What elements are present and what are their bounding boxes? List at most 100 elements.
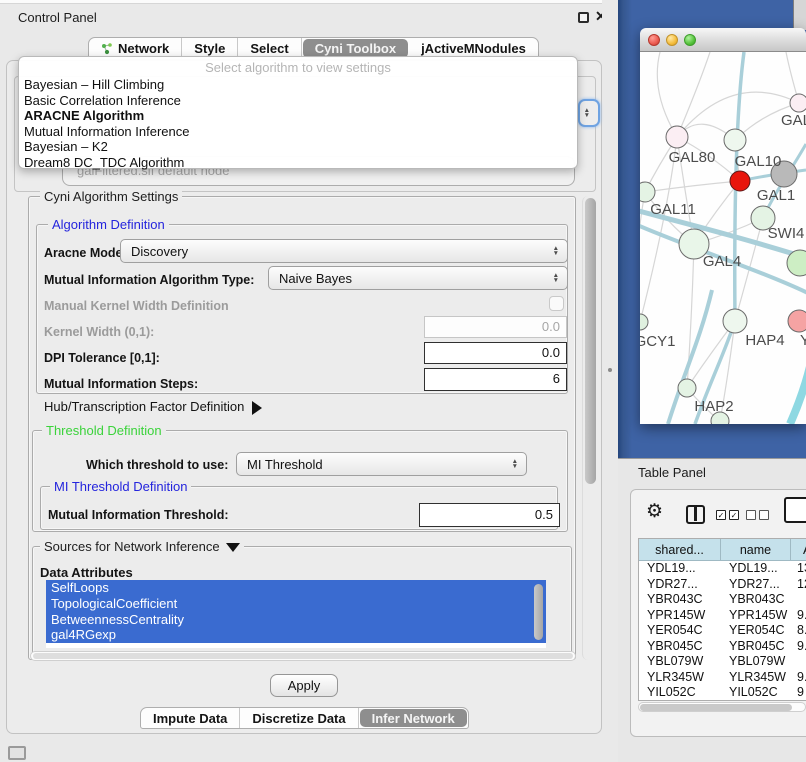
dropdown-item[interactable]: Basic Correlation Inference: [19, 93, 577, 109]
tab-discretize-data[interactable]: Discretize Data: [240, 708, 358, 728]
aracne-mode-combo[interactable]: Discovery ▲▼: [120, 239, 568, 263]
network-window-titlebar[interactable]: [640, 28, 806, 52]
svg-text:GAL11: GAL11: [650, 201, 696, 218]
svg-text:GAL80: GAL80: [669, 149, 716, 166]
algorithm-dropdown-popup: Select algorithm to view settings Bayesi…: [18, 56, 578, 169]
dropdown-item[interactable]: Bayesian – Hill Climbing: [19, 77, 577, 93]
expanded-arrow-icon: [226, 543, 240, 552]
panel-divider[interactable]: [602, 0, 618, 762]
mi-steps-field[interactable]: 6: [424, 368, 567, 391]
mi-threshold-field[interactable]: 0.5: [419, 503, 560, 527]
dropdown-item[interactable]: Bayesian – K2: [19, 139, 577, 155]
table-row[interactable]: YIL052CYIL052C9: [639, 685, 806, 701]
which-threshold-combo[interactable]: MI Threshold ▲▼: [236, 452, 527, 476]
svg-text:GCY1: GCY1: [640, 333, 675, 350]
node-gal80[interactable]: [666, 126, 688, 148]
kernel-width-label: Kernel Width (0,1):: [44, 325, 154, 339]
collapsed-arrow-icon: [252, 401, 262, 415]
attribute-item[interactable]: gal4RGexp: [46, 627, 546, 643]
attribute-item[interactable]: BetweennessCentrality: [46, 612, 546, 628]
select-all-icon[interactable]: ✓✓: [716, 510, 739, 520]
settings-hscrollbar[interactable]: [30, 651, 576, 661]
apply-button[interactable]: Apply: [270, 674, 338, 697]
combo-arrows-icon: ▲▼: [512, 459, 518, 469]
column-header[interactable]: shared...: [639, 539, 721, 561]
kernel-width-field[interactable]: 0.0: [424, 316, 567, 338]
column-header[interactable]: A: [791, 539, 806, 561]
network-graph: GAL80 GAL10 GAL1 GAL11 SWI4 GAL4 GCY1 HA…: [640, 52, 806, 424]
node-gcy1[interactable]: [640, 314, 648, 330]
table-row[interactable]: YER054CYER054C8.: [639, 623, 806, 639]
node-gal11[interactable]: [640, 182, 655, 202]
dropdown-placeholder: Select algorithm to view settings: [19, 60, 577, 77]
node-gal10[interactable]: [724, 129, 746, 151]
network-window[interactable]: GAL80 GAL10 GAL1 GAL11 SWI4 GAL4 GCY1 HA…: [640, 28, 806, 424]
node-hap2[interactable]: [678, 379, 696, 397]
table-panel-title: Table Panel: [638, 465, 706, 480]
node-gal-top[interactable]: [790, 94, 806, 112]
dpi-tolerance-label: DPI Tolerance [0,1]:: [44, 351, 160, 365]
table-row[interactable]: YBR045CYBR045C9.: [639, 639, 806, 655]
dpi-tolerance-field[interactable]: 0.0: [424, 342, 567, 364]
dropdown-item-selected[interactable]: ARACNE Algorithm: [19, 108, 577, 124]
table-row[interactable]: YBR043CYBR043C: [639, 592, 806, 608]
minimize-window-icon[interactable]: [666, 34, 678, 46]
mi-threshold-title: MI Threshold Definition: [50, 479, 191, 494]
table-row[interactable]: YPR145WYPR145W9.: [639, 608, 806, 624]
gear-icon[interactable]: ⚙: [646, 501, 663, 523]
algorithm-definition-title: Algorithm Definition: [48, 217, 169, 232]
svg-text:SWI4: SWI4: [768, 225, 805, 242]
node-table: shared... name A YDL19...YDL19...13 YDR2…: [638, 538, 806, 701]
function-builder-icon[interactable]: [784, 497, 806, 523]
hub-definition-toggle[interactable]: Hub/Transcription Factor Definition: [44, 399, 262, 415]
manual-kernel-label: Manual Kernel Width Definition: [44, 299, 229, 313]
screen: Control Panel ✕ Network Style Select Cyn…: [0, 0, 806, 762]
sources-toggle[interactable]: Sources for Network Inference: [40, 539, 244, 554]
spinner-arrows-icon: ▲▼: [584, 108, 590, 118]
tab-impute-data[interactable]: Impute Data: [141, 708, 240, 728]
mi-type-combo[interactable]: Naive Bayes ▲▼: [268, 266, 568, 290]
table-hscrollbar-thumb[interactable]: [640, 704, 792, 711]
svg-text:GAL: GAL: [781, 112, 806, 129]
tab-infer-network[interactable]: Infer Network: [360, 709, 467, 727]
attribute-item[interactable]: TopologicalCoefficient: [46, 596, 546, 612]
network-labels: GAL80 GAL10 GAL1 GAL11 SWI4 GAL4 GCY1 HA…: [640, 112, 806, 415]
dropdown-item[interactable]: Dream8 DC_TDC Algorithm: [19, 155, 577, 171]
attribute-list-scrollbar[interactable]: [534, 584, 543, 640]
svg-text:HAP4: HAP4: [745, 332, 784, 349]
column-header[interactable]: name: [721, 539, 791, 561]
minimized-panel-icon[interactable]: [8, 746, 26, 760]
table-row[interactable]: YLR345WYLR345W9.: [639, 670, 806, 686]
dropdown-item[interactable]: Mutual Information Inference: [19, 124, 577, 140]
combo-arrows-icon: ▲▼: [553, 273, 559, 283]
settings-hscrollbar-thumb[interactable]: [33, 653, 573, 659]
which-threshold-label: Which threshold to use:: [86, 458, 228, 472]
mi-steps-label: Mutual Information Steps:: [44, 377, 198, 391]
focused-spinner[interactable]: ▲▼: [578, 99, 600, 127]
attribute-item[interactable]: SelfLoops: [46, 580, 546, 596]
settings-vscrollbar-thumb[interactable]: [585, 198, 596, 484]
zoom-window-icon[interactable]: [684, 34, 696, 46]
node-red-gal1[interactable]: [730, 171, 750, 191]
settings-vscrollbar[interactable]: [582, 196, 598, 660]
columns-icon[interactable]: [686, 505, 705, 524]
node-hap4[interactable]: [723, 309, 747, 333]
close-window-icon[interactable]: [648, 34, 660, 46]
table-row[interactable]: YDL19...YDL19...13: [639, 561, 806, 577]
deselect-all-icon[interactable]: [746, 510, 769, 520]
manual-kernel-checkbox[interactable]: [549, 296, 564, 311]
network-canvas[interactable]: GAL80 GAL10 GAL1 GAL11 SWI4 GAL4 GCY1 HA…: [640, 52, 806, 424]
svg-text:GAL10: GAL10: [735, 153, 782, 170]
float-panel-icon[interactable]: [578, 12, 589, 23]
svg-text:Y: Y: [800, 332, 806, 349]
network-icon: [101, 43, 113, 55]
divider-handle[interactable]: [608, 368, 612, 372]
aracne-mode-label: Aracne Mode:: [44, 246, 127, 260]
table-row[interactable]: YDR27...YDR27...12: [639, 577, 806, 593]
mi-threshold-label: Mutual Information Threshold:: [48, 508, 229, 522]
threshold-definition-title: Threshold Definition: [42, 423, 166, 438]
table-header-row: shared... name A: [639, 539, 806, 561]
table-row[interactable]: YBL079WYBL079W: [639, 654, 806, 670]
node-y[interactable]: [788, 310, 806, 332]
combo-arrows-icon: ▲▼: [553, 246, 559, 256]
